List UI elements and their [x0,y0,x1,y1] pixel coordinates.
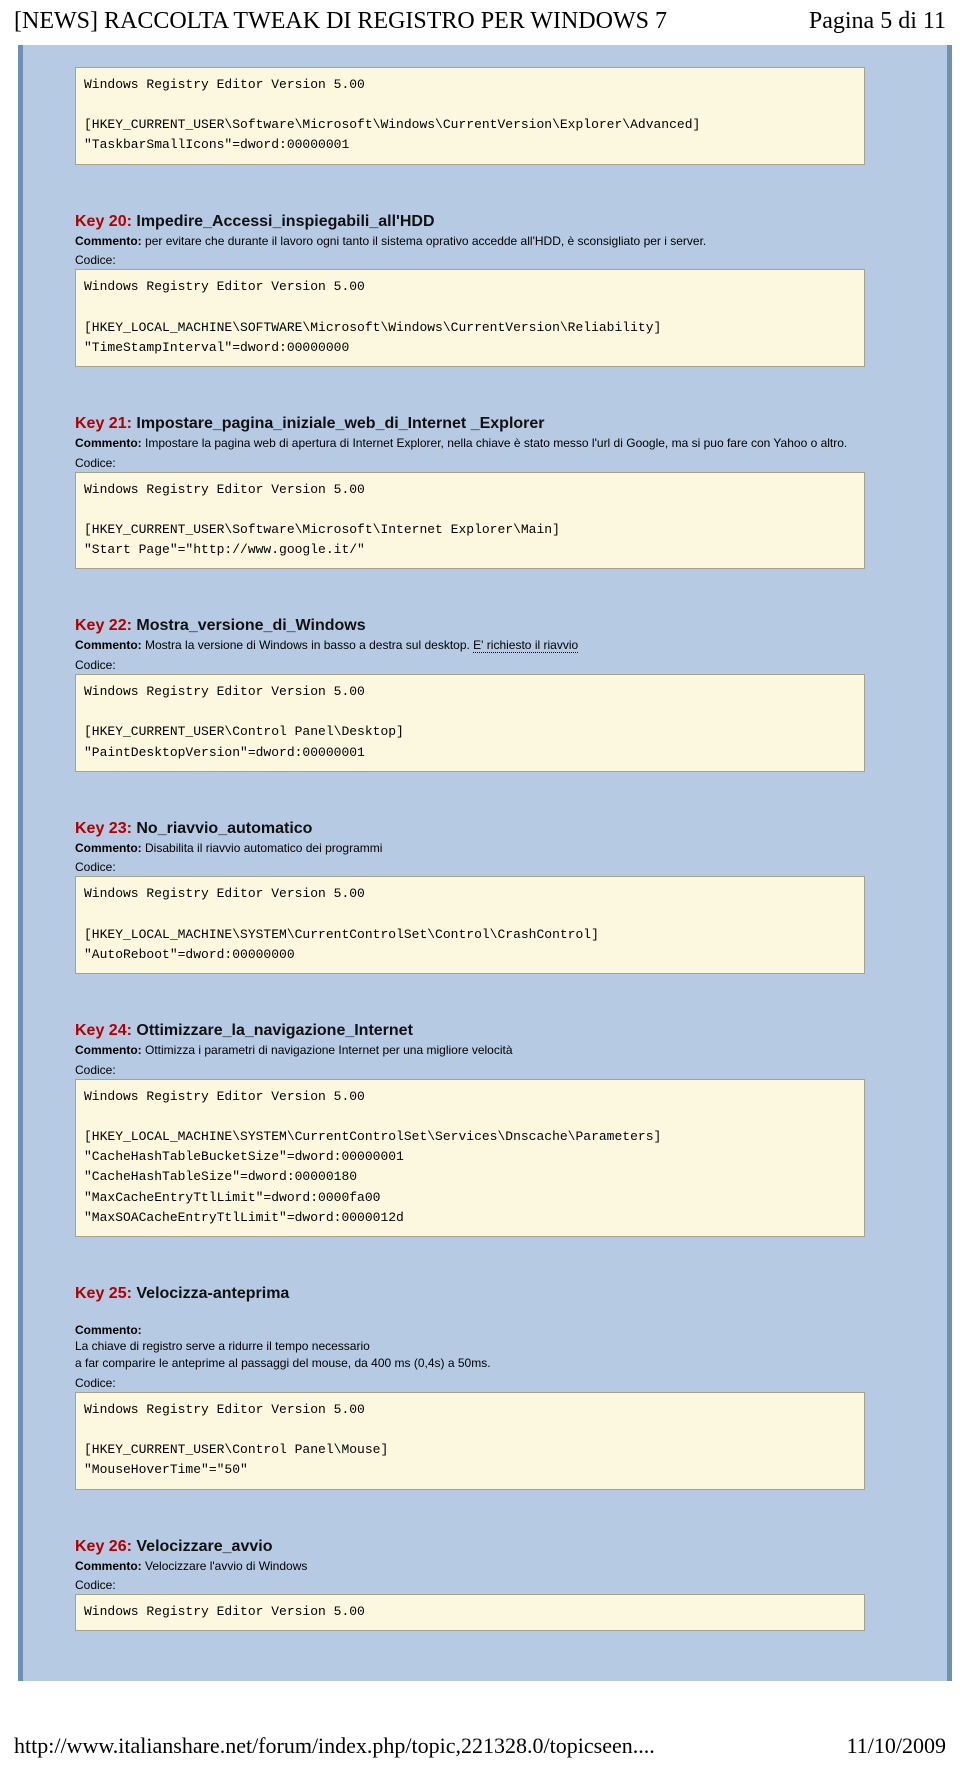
comment-text: Velocizzare l'avvio di Windows [145,1559,307,1573]
content-body: Windows Registry Editor Version 5.00 [HK… [35,55,935,1641]
key-number: Key 24: [75,1022,132,1039]
key-block-22: Key 22: Mostra_versione_di_Windows Comme… [75,617,865,771]
comment-text: Mostra la versione di Windows in basso a… [145,638,473,652]
comment-line: Commento: Velocizzare l'avvio di Windows [75,1558,865,1575]
comment-label: Commento: [75,1043,142,1057]
key-title: Key 21: Impostare_pagina_iniziale_web_di… [75,415,865,433]
header-title: [NEWS] RACCOLTA TWEAK DI REGISTRO PER WI… [14,8,667,35]
key-title: Key 22: Mostra_versione_di_Windows [75,617,865,635]
comment-label: Commento: [75,1323,142,1337]
comment-label: Commento: [75,638,142,652]
key-block-21: Key 21: Impostare_pagina_iniziale_web_di… [75,415,865,569]
key-number: Key 22: [75,617,132,634]
key-title: Key 24: Ottimizzare_la_navigazione_Inter… [75,1022,865,1040]
key-block-23: Key 23: No_riavvio_automatico Commento: … [75,820,865,974]
key-number: Key 20: [75,213,132,230]
comment-text: per evitare che durante il lavoro ogni t… [145,234,706,248]
key-name: Mostra_versione_di_Windows [136,617,365,634]
codice-label: Codice: [75,1376,865,1390]
key-title: Key 23: No_riavvio_automatico [75,820,865,838]
codice-label: Codice: [75,456,865,470]
key-title: Key 25: Velocizza-anteprima [75,1285,865,1303]
key-block-24: Key 24: Ottimizzare_la_navigazione_Inter… [75,1022,865,1237]
comment-dotted: E' richiesto il riavvio [473,638,578,653]
code-box: Windows Registry Editor Version 5.00 [HK… [75,1079,865,1237]
key-name: Impedire_Accessi_inspiegabili_all'HDD [136,213,434,230]
comment-text: Impostare la pagina web di apertura di I… [145,436,847,450]
key-title: Key 26: Velocizzare_avvio [75,1538,865,1556]
comment-line: Commento: Disabilita il riavvio automati… [75,840,865,857]
key-block-26: Key 26: Velocizzare_avvio Commento: Velo… [75,1538,865,1632]
key-block-20: Key 20: Impedire_Accessi_inspiegabili_al… [75,213,865,367]
code-box: Windows Registry Editor Version 5.00 [HK… [75,269,865,367]
code-box: Windows Registry Editor Version 5.00 [HK… [75,876,865,974]
footer-url: http://www.italianshare.net/forum/index.… [14,1733,655,1759]
key-name: Ottimizzare_la_navigazione_Internet [136,1022,413,1039]
code-box: Windows Registry Editor Version 5.00 [HK… [75,674,865,772]
codice-label: Codice: [75,1578,865,1592]
key-number: Key 23: [75,820,132,837]
comment-line: Commento: La chiave di registro serve a … [75,1305,865,1372]
comment-text: Ottimizza i parametri di navigazione Int… [145,1043,513,1057]
content-frame: Windows Registry Editor Version 5.00 [HK… [18,45,952,1681]
comment-text: La chiave di registro serve a ridurre il… [75,1339,491,1370]
comment-line: Commento: Mostra la versione di Windows … [75,637,865,654]
comment-label: Commento: [75,234,142,248]
key-block-25: Key 25: Velocizza-anteprima Commento: La… [75,1285,865,1490]
codice-label: Codice: [75,253,865,267]
key-title: Key 20: Impedire_Accessi_inspiegabili_al… [75,213,865,231]
code-box: Windows Registry Editor Version 5.00 [75,1594,865,1631]
page-footer: http://www.italianshare.net/forum/index.… [0,1681,960,1775]
codice-label: Codice: [75,1063,865,1077]
comment-line: Commento: per evitare che durante il lav… [75,233,865,250]
codice-label: Codice: [75,658,865,672]
comment-label: Commento: [75,436,142,450]
comment-text: Disabilita il riavvio automatico dei pro… [145,841,382,855]
key-name: Velocizza-anteprima [136,1285,289,1302]
top-code-block: Windows Registry Editor Version 5.00 [HK… [75,67,865,165]
comment-label: Commento: [75,1559,142,1573]
comment-line: Commento: Ottimizza i parametri di navig… [75,1042,865,1059]
header-page-info: Pagina 5 di 11 [809,8,946,35]
code-box: Windows Registry Editor Version 5.00 [HK… [75,1392,865,1490]
codice-label: Codice: [75,860,865,874]
key-number: Key 26: [75,1538,132,1555]
footer-date: 11/10/2009 [847,1733,946,1759]
key-number: Key 25: [75,1285,132,1302]
comment-label: Commento: [75,841,142,855]
key-name: Velocizzare_avvio [136,1538,272,1555]
code-box: Windows Registry Editor Version 5.00 [HK… [75,67,865,165]
comment-line: Commento: Impostare la pagina web di ape… [75,435,865,452]
page-header: [NEWS] RACCOLTA TWEAK DI REGISTRO PER WI… [0,0,960,45]
key-name: No_riavvio_automatico [136,820,312,837]
code-box: Windows Registry Editor Version 5.00 [HK… [75,472,865,570]
key-number: Key 21: [75,415,132,432]
key-name: Impostare_pagina_iniziale_web_di_Interne… [136,415,544,432]
